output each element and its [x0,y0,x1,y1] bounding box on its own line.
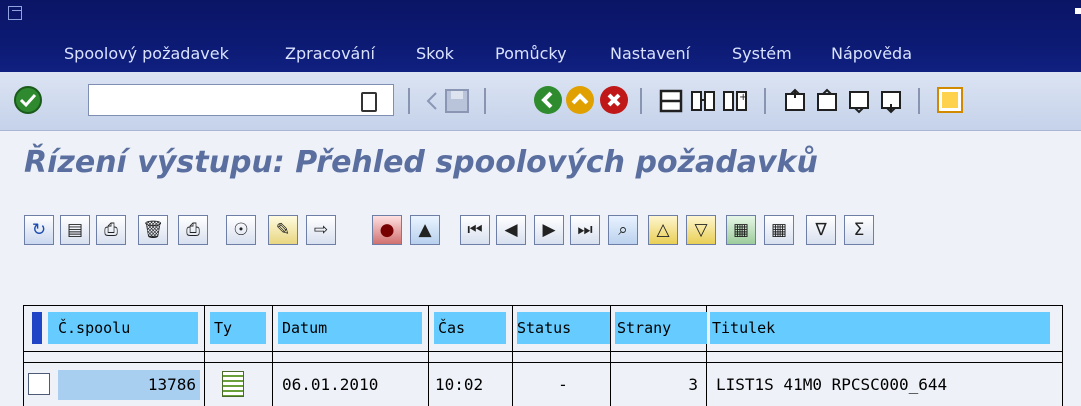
cell-pages[interactable]: 3 [618,370,704,400]
column-header-pages[interactable]: Strany [615,312,707,344]
column-divider [428,305,429,406]
first-row-icon[interactable]: ⏮ [460,215,490,245]
document-type-icon[interactable] [222,371,244,397]
table-top-border [23,305,1063,306]
select-all-marker[interactable] [32,312,42,344]
next-row-icon[interactable]: ▶ [534,215,564,245]
exit-yellow-icon[interactable] [566,86,594,114]
toolbar-separator [484,88,486,114]
standard-toolbar: + [0,72,1081,131]
cell-time[interactable]: 10:02 [432,370,508,400]
table-row-top-border [23,362,1063,363]
cell-spool-number[interactable]: 13786 [58,370,200,400]
find-next-icon[interactable]: + [722,88,748,114]
column-header-date[interactable]: Datum [278,312,422,344]
back-arrow-icon[interactable] [426,92,438,110]
menu-pomucky[interactable]: Pomůcky [495,44,567,63]
print-directly-icon[interactable]: ⎙ [96,215,126,245]
toolbar-separator [640,88,642,114]
menu-system[interactable]: Systém [732,44,792,63]
next-page-icon[interactable] [846,88,872,114]
change-layout-icon[interactable]: ▦ [764,215,794,245]
refresh-icon[interactable]: ↻ [24,215,54,245]
menu-zpracovani[interactable]: Zpracování [285,44,375,63]
column-divider [610,305,611,406]
filter-icon[interactable]: ∇ [806,215,836,245]
output-requests-icon[interactable]: ● [372,215,402,245]
previous-page-icon[interactable] [814,88,840,114]
print-with-changed-attributes-icon[interactable]: ⎙ [178,215,208,245]
column-header-title[interactable]: Titulek [710,312,1050,344]
system-menu-icon[interactable] [8,6,22,20]
table-left-border [23,305,24,406]
sort-ascending-icon[interactable]: △ [648,215,678,245]
toolbar-separator [764,88,766,114]
cell-date[interactable]: 06.01.2010 [278,370,424,400]
command-field[interactable] [88,84,394,116]
column-header-type[interactable]: Ty [210,312,266,344]
first-page-icon[interactable] [782,88,808,114]
command-history-icon[interactable] [361,92,377,112]
column-header-status[interactable]: Status [517,312,610,344]
menu-spoolovy-pozadavek[interactable]: Spoolový požadavek [64,44,229,63]
toolbar-separator [408,88,410,114]
toolbar-separator [918,88,920,114]
last-page-icon[interactable] [878,88,904,114]
choose-layout-icon[interactable]: ▦ [726,215,756,245]
sum-icon[interactable]: Σ [844,215,874,245]
delete-icon[interactable]: 🗑 [138,215,168,245]
window-corner-icon [1075,8,1081,14]
cell-title[interactable]: LIST1S 41M0 RPCSC000_644 [712,370,1058,400]
page-title: Řízení výstupu: Přehled spoolových požad… [24,145,818,180]
change-attributes-icon[interactable]: ✎ [268,215,298,245]
sort-descending-icon[interactable]: ▽ [686,215,716,245]
column-divider [512,305,513,406]
print-icon[interactable] [658,88,684,114]
save-icon[interactable] [444,88,470,114]
forward-icon[interactable]: ⇨ [306,215,336,245]
display-content-icon[interactable]: ▤ [60,215,90,245]
column-divider [204,305,205,406]
table-right-border [1062,305,1063,406]
display-details-icon[interactable]: ☉ [226,215,256,245]
previous-row-icon[interactable]: ◀ [496,215,526,245]
table-header-border [23,351,1063,352]
application-toolbar: ↻ ▤ ⎙ 🗑 ⎙ ☉ ✎ ⇨ ● ▲ ⏮ ◀ ▶ ⏭ ⌕ △ ▽ ▦ ▦ ∇ … [0,203,1081,261]
menu-skok[interactable]: Skok [416,44,454,63]
enter-checkmark-icon[interactable] [14,86,42,114]
column-divider [272,305,273,406]
svg-text:+: + [739,92,747,103]
last-row-icon[interactable]: ⏭ [570,215,600,245]
column-header-spool[interactable]: Č.spoolu [48,312,198,344]
row-select-checkbox[interactable] [28,373,50,395]
spool-owner-icon[interactable]: ▲ [410,215,440,245]
cancel-red-icon[interactable] [600,86,628,114]
find-icon[interactable] [690,88,716,114]
title-area: Řízení výstupu: Přehled spoolových požad… [0,131,1081,203]
new-session-icon[interactable] [936,86,964,114]
menu-napoveda[interactable]: Nápověda [831,44,912,63]
cell-status[interactable]: - [520,370,606,400]
search-icon[interactable]: ⌕ [608,215,638,245]
menu-bar: Spoolový požadavek Zpracování Skok Pomůc… [0,0,1081,72]
back-green-icon[interactable] [534,86,562,114]
column-header-time[interactable]: Čas [434,312,506,344]
menu-nastaveni[interactable]: Nastavení [610,44,690,63]
